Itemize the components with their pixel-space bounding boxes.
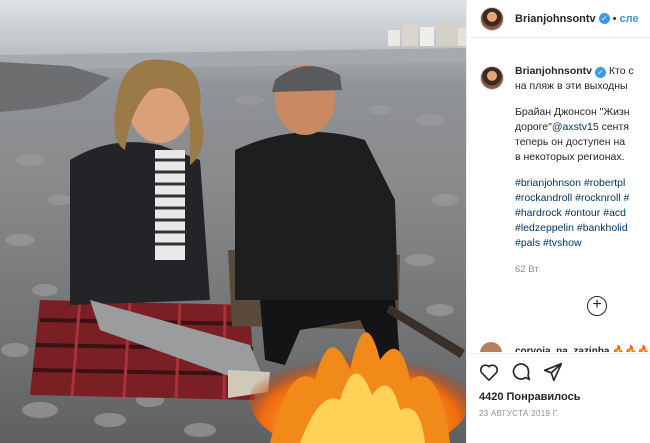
comment-avatar[interactable] <box>480 342 502 352</box>
verified-badge-icon: ✓ <box>598 13 610 24</box>
post-header: Brianjohnsontv ✓ • сле <box>467 0 650 38</box>
action-icons <box>479 362 639 386</box>
next-comment: corvoia_na_zazinha 🔥🔥🔥 <box>480 340 650 352</box>
caption-para-line3: теперь он доступен на <box>515 136 626 148</box>
caption-avatar[interactable] <box>480 66 504 90</box>
caption-username[interactable]: Brianjohnsontv <box>515 65 592 77</box>
hashtag-line[interactable]: #rockandroll #rocknroll # <box>515 191 650 206</box>
likes-count[interactable]: 4420 Понравилось <box>479 391 639 403</box>
post-date: 23 АВГУСТА 2019 Г. <box>479 409 559 418</box>
rocks-left <box>0 62 110 112</box>
hashtag-line[interactable]: #hardrock #ontour #acd <box>515 206 650 221</box>
caption-paragraph: Брайан Джонсон "Жизн дороге"@axstv15 сен… <box>515 105 650 165</box>
sky <box>0 0 466 55</box>
caption-para-line4: в некоторых регионах. <box>515 151 625 163</box>
share-icon[interactable] <box>543 362 563 387</box>
separator-dot: • <box>612 12 617 25</box>
avatar[interactable] <box>480 6 504 31</box>
hashtags: #brianjohnson #robertpl #rockandroll #ro… <box>515 176 650 251</box>
caption-verified-badge-icon: ✓ <box>595 67 607 78</box>
post-photo[interactable] <box>0 0 466 443</box>
mention-link[interactable]: @axstv <box>552 121 587 133</box>
comment-icon[interactable] <box>511 362 531 387</box>
caption-para-line2: дороге"@axstv15 сентя <box>515 121 629 133</box>
load-more-comments-button[interactable]: + <box>587 296 607 316</box>
comments-section: Brianjohnsontv ✓ Кто с на пляж в эти выхо… <box>480 64 650 277</box>
caption-text-line2: на пляж в эти выходны <box>515 80 628 92</box>
caption: Brianjohnsontv ✓ Кто с на пляж в эти выхо… <box>480 64 650 277</box>
action-bar: 4420 Понравилось 23 АВГУСТА 2019 Г. <box>467 353 650 443</box>
post-sidebar: Brianjohnsontv ✓ • сле Brianjohnsontv ✓ К… <box>466 0 650 443</box>
username[interactable]: Brianjohnsontv <box>515 13 596 25</box>
hashtag-line[interactable]: #ledzeppelin #bankholid <box>515 221 650 236</box>
hashtag-line[interactable]: #brianjohnson #robertpl <box>515 176 650 191</box>
comment-username[interactable]: corvoia_na_zazinha 🔥🔥🔥 <box>515 346 650 353</box>
caption-body: Brianjohnsontv ✓ Кто с на пляж в эти выхо… <box>515 64 650 277</box>
beach-photo-illustration <box>0 0 466 443</box>
caption-para-line1: Брайан Джонсон "Жизн <box>515 106 630 118</box>
heart-icon[interactable] <box>479 363 499 386</box>
caption-text-line1: Кто с <box>608 65 634 77</box>
comment-age: 62 Вт <box>515 264 539 275</box>
follow-button[interactable]: сле <box>620 13 639 25</box>
hashtag-line[interactable]: #pals #tvshow <box>515 236 650 251</box>
